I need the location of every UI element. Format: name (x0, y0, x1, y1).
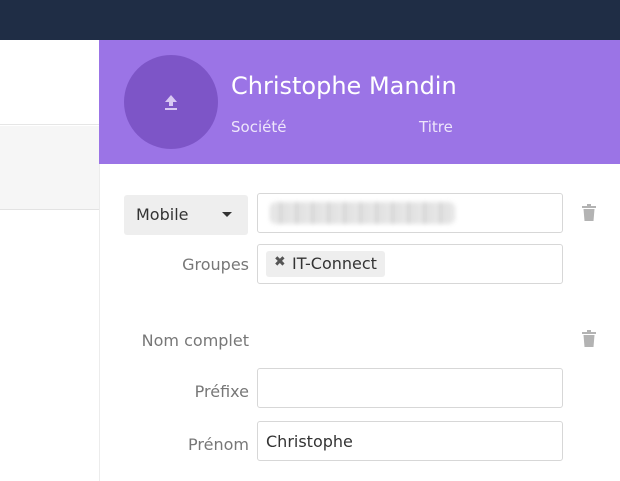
contact-header: Christophe Mandin Société Titre (99, 40, 620, 164)
avatar-upload-button[interactable] (124, 55, 218, 149)
caret-down-icon (222, 212, 232, 217)
upload-icon (165, 95, 177, 110)
first-name-input[interactable]: Christophe (257, 421, 563, 461)
top-navigation-bar (0, 0, 620, 40)
first-name-label: Prénom (188, 435, 249, 454)
obscured-phone-number (270, 202, 455, 224)
job-title-field[interactable]: Titre (419, 118, 453, 136)
full-name-label: Nom complet (141, 331, 249, 350)
delete-phone-trash-icon[interactable] (582, 204, 596, 225)
group-tag-label: IT-Connect (292, 254, 377, 273)
prefix-label: Préfixe (194, 382, 249, 401)
groups-label: Groupes (182, 255, 249, 274)
groups-input[interactable]: ✖ IT-Connect (257, 244, 563, 284)
phone-type-label: Mobile (136, 205, 189, 224)
contact-list-item-selected[interactable] (0, 126, 99, 210)
contact-list-item[interactable] (0, 40, 99, 125)
contact-list-pane (0, 40, 99, 481)
prefix-input[interactable] (257, 368, 563, 408)
contact-editor-screen: Christophe Mandin Société Titre Mobile G… (0, 0, 620, 481)
delete-full-name-trash-icon[interactable] (582, 330, 596, 351)
phone-type-select[interactable]: Mobile (124, 195, 248, 235)
group-tag: ✖ IT-Connect (266, 251, 385, 277)
first-name-value: Christophe (266, 432, 353, 451)
contact-name[interactable]: Christophe Mandin (231, 72, 457, 100)
phone-number-input[interactable] (257, 193, 563, 233)
company-field[interactable]: Société (231, 118, 286, 136)
close-icon[interactable]: ✖ (274, 254, 286, 270)
